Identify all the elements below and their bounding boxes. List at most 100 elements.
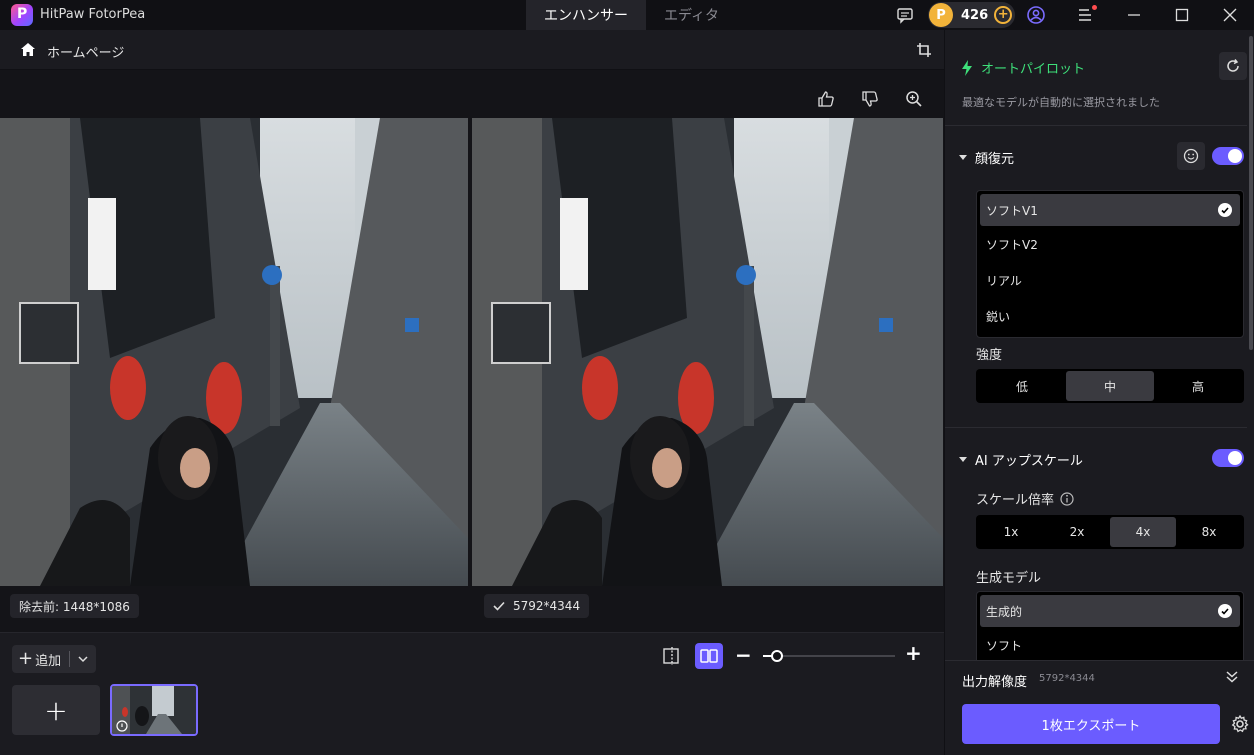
after-image[interactable] bbox=[472, 118, 943, 586]
credit-count: 426 bbox=[961, 7, 989, 23]
scale-option-2x[interactable]: 2x bbox=[1044, 517, 1110, 547]
strength-option-high[interactable]: 高 bbox=[1154, 371, 1242, 401]
face-model-label: リアル bbox=[986, 273, 1022, 288]
face-model-option[interactable]: ソフトV2 bbox=[977, 226, 1243, 262]
coin-icon: P bbox=[929, 3, 953, 27]
caret-down-icon bbox=[959, 457, 967, 462]
add-label: 追加 bbox=[35, 653, 62, 669]
account-icon[interactable] bbox=[1026, 5, 1046, 25]
add-image-tile[interactable]: + bbox=[12, 685, 100, 735]
bottom-bar: + 追加 − + + bbox=[0, 632, 944, 755]
face-section-title: 顔復元 bbox=[975, 152, 1015, 167]
upscale-model-option[interactable]: ソフト bbox=[977, 627, 1243, 662]
strength-option-medium[interactable]: 中 bbox=[1066, 371, 1154, 401]
add-credits-icon[interactable]: + bbox=[994, 6, 1013, 24]
scale-option-1x[interactable]: 1x bbox=[978, 517, 1044, 547]
before-image[interactable] bbox=[0, 118, 468, 586]
face-section-header[interactable]: 顔復元 bbox=[959, 148, 1014, 167]
tab-editor[interactable]: エディタ bbox=[646, 0, 737, 30]
upscale-toggle[interactable] bbox=[1212, 449, 1244, 467]
upscale-section-header[interactable]: AI アップスケール bbox=[959, 450, 1083, 469]
face-model-option[interactable]: リアル bbox=[977, 262, 1243, 298]
home-icon[interactable] bbox=[20, 42, 36, 60]
after-resolution-label: 5792*4344 bbox=[513, 599, 581, 613]
strength-option-low[interactable]: 低 bbox=[978, 371, 1066, 401]
chevron-down-icon[interactable] bbox=[78, 652, 88, 667]
output-label: 出力解像度 bbox=[962, 675, 1028, 690]
refresh-icon bbox=[1227, 59, 1239, 72]
crop-icon[interactable] bbox=[916, 42, 932, 61]
face-settings-button[interactable] bbox=[1177, 142, 1205, 170]
zoom-in-button[interactable]: + bbox=[905, 643, 922, 663]
face-model-label: ソフトV2 bbox=[986, 237, 1038, 252]
menu-icon[interactable] bbox=[1076, 5, 1097, 25]
smiley-icon bbox=[1183, 148, 1199, 164]
autopilot-header: オートパイロット bbox=[961, 58, 1085, 77]
scale-label-row: スケール倍率 bbox=[976, 489, 1074, 508]
double-chevron-down-icon[interactable] bbox=[1225, 670, 1239, 687]
add-button[interactable]: + 追加 bbox=[12, 645, 96, 673]
scale-label: スケール倍率 bbox=[976, 493, 1055, 508]
minimize-icon[interactable] bbox=[1124, 5, 1144, 25]
strength-label: 強度 bbox=[976, 348, 1003, 363]
split-view-icon[interactable] bbox=[662, 647, 682, 668]
face-model-list: ソフトV1 ソフトV2 リアル 鋭い bbox=[976, 190, 1244, 338]
settings-panel: オートパイロット 最適なモデルが自動的に選択されました 顔復元 ソフトV1 ソフ… bbox=[944, 30, 1254, 755]
before-resolution-badge: 除去前: 1448*1086 bbox=[10, 594, 139, 618]
zoom-slider-thumb[interactable] bbox=[771, 650, 783, 662]
check-circle-icon bbox=[1218, 203, 1232, 217]
upscale-model-label: ソフト bbox=[986, 638, 1023, 653]
app-logo bbox=[11, 4, 33, 26]
divider bbox=[945, 125, 1247, 126]
scale-option-8x[interactable]: 8x bbox=[1176, 517, 1242, 547]
caret-down-icon bbox=[959, 155, 967, 160]
after-resolution-badge: 5792*4344 bbox=[484, 594, 590, 618]
upscale-section-title: AI アップスケール bbox=[975, 454, 1083, 469]
lightning-icon bbox=[962, 59, 972, 76]
mode-tabs: エンハンサー エディタ bbox=[526, 0, 737, 30]
check-circle-icon bbox=[1218, 604, 1232, 618]
home-link[interactable]: ホームページ bbox=[47, 42, 124, 61]
output-value: 5792*4344 bbox=[1039, 673, 1095, 684]
panel-scrollbar[interactable] bbox=[1249, 36, 1253, 350]
face-restore-toggle[interactable] bbox=[1212, 147, 1244, 165]
export-button[interactable]: 1枚エクスポート bbox=[962, 704, 1220, 744]
face-model-option[interactable]: ソフトV1 bbox=[980, 194, 1240, 226]
thumbs-up-icon[interactable] bbox=[817, 90, 835, 108]
strength-selector: 低 中 高 bbox=[976, 369, 1244, 403]
output-resolution-row[interactable]: 出力解像度 5792*4344 bbox=[945, 660, 1254, 696]
home-bar: ホームページ bbox=[0, 30, 944, 70]
upscale-model-option[interactable]: 生成的 bbox=[980, 595, 1240, 627]
image-thumbnail[interactable] bbox=[110, 684, 198, 736]
scale-selector: 1x 2x 4x 8x bbox=[976, 515, 1244, 549]
face-model-option[interactable]: 鋭い bbox=[977, 298, 1243, 334]
tab-enhancer[interactable]: エンハンサー bbox=[526, 0, 646, 30]
add-divider bbox=[69, 651, 71, 667]
zoom-out-button[interactable]: − bbox=[735, 645, 752, 665]
divider bbox=[945, 427, 1247, 428]
info-icon bbox=[1060, 491, 1074, 506]
side-by-side-view-icon[interactable] bbox=[695, 643, 723, 669]
zoom-slider[interactable] bbox=[763, 650, 895, 662]
maximize-icon[interactable] bbox=[1172, 5, 1192, 25]
autopilot-subtitle: 最適なモデルが自動的に選択されました bbox=[962, 96, 1160, 109]
scale-option-4x[interactable]: 4x bbox=[1110, 517, 1176, 547]
check-icon bbox=[493, 601, 505, 611]
upscale-model-label: 生成的 bbox=[986, 604, 1023, 619]
autopilot-title: オートパイロット bbox=[981, 62, 1086, 77]
face-model-label: 鋭い bbox=[986, 309, 1011, 324]
gear-icon[interactable] bbox=[1231, 714, 1249, 736]
notification-dot bbox=[1092, 5, 1097, 10]
app-title: HitPaw FotorPea bbox=[40, 7, 146, 22]
close-icon[interactable] bbox=[1220, 5, 1240, 25]
zoom-in-icon[interactable] bbox=[905, 90, 923, 108]
refresh-button[interactable] bbox=[1219, 52, 1247, 80]
face-model-label: ソフトV1 bbox=[986, 203, 1038, 218]
plus-icon: + bbox=[18, 648, 34, 669]
thumbs-down-icon[interactable] bbox=[861, 90, 879, 108]
title-bar: HitPaw FotorPea エンハンサー エディタ P 426 + bbox=[0, 0, 1254, 30]
credits-display[interactable]: P 426 + bbox=[928, 2, 1015, 28]
preview-area: 除去前: 1448*1086 5792*4344 bbox=[0, 70, 944, 632]
feedback-icon[interactable] bbox=[895, 5, 915, 25]
upscale-model-list: 生成的 ソフト bbox=[976, 591, 1244, 662]
